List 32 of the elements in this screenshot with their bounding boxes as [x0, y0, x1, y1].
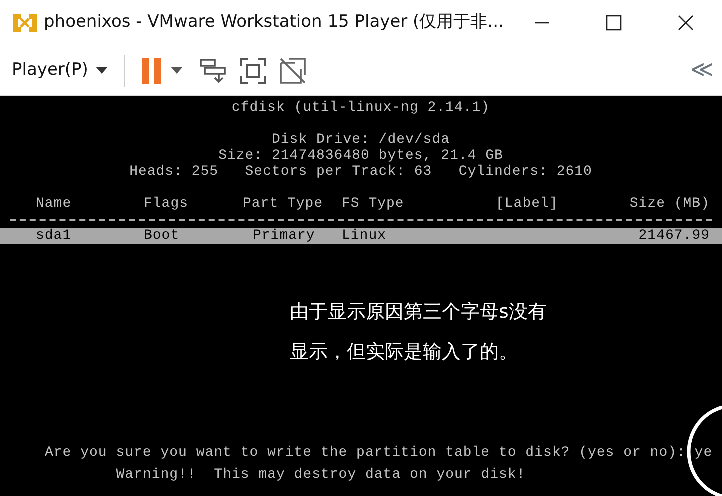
collapse-button[interactable]: ≪ [690, 54, 714, 88]
window-title: phoenixos - VMware Workstation 15 Player (仅用于非... [44, 11, 505, 34]
app-logo-icon [12, 12, 38, 34]
keyboard-arrow-icon [199, 56, 228, 84]
console-line: Heads: 255 Sectors per Track: 63 Cylinders: 2610 [128, 164, 594, 180]
fullscreen-icon [239, 56, 268, 84]
annotation-text: 由于显示原因第三个字母s没有 [290, 300, 548, 325]
prompt-text: Are you sure you want to write the partition table to disk? (yes or no): ye [45, 445, 714, 461]
caret-icon [96, 66, 108, 74]
player-menu[interactable]: Player(P) [8, 58, 112, 84]
column-header: Flags [144, 196, 190, 212]
annotation-text: 显示，但实际是输入了的。 [290, 340, 519, 365]
maximize-icon [606, 15, 622, 31]
pause-icon [141, 56, 164, 84]
console-line: cfdisk (util-linux-ng 2.14.1) [230, 100, 492, 116]
partition-row[interactable]: sda1 Boot Primary Linux 21467.99 [0, 228, 722, 244]
close-icon [678, 15, 694, 31]
send-keys-button[interactable] [199, 56, 228, 84]
column-header: FS Type [342, 196, 406, 212]
minimize-icon [534, 22, 550, 24]
column-header: Size (MB) [630, 196, 711, 212]
pause-button[interactable] [141, 56, 184, 84]
console-line: Size: 21474836480 bytes, 21.4 GB [218, 148, 504, 164]
unity-disabled-icon [279, 56, 308, 84]
warning-text: Warning!! This may destroy data on your disk! [115, 467, 527, 483]
unity-button[interactable] [279, 56, 308, 84]
caret-icon [171, 66, 184, 74]
console-line: Disk Drive: /dev/sda [270, 132, 452, 148]
column-header: Part Type [243, 196, 324, 212]
column-header: [Label] [496, 196, 560, 212]
column-header: Name [36, 196, 73, 212]
fullscreen-button[interactable] [239, 56, 268, 84]
